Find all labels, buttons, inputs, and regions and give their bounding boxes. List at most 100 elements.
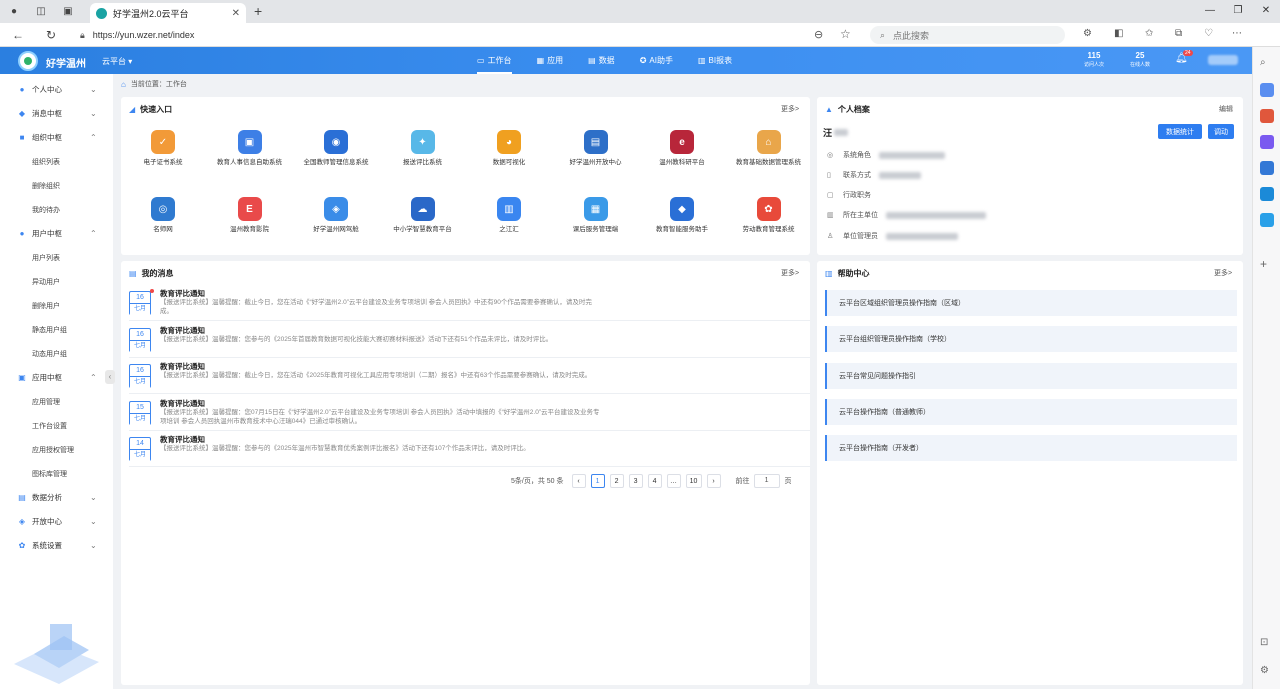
sidebar-item-personal[interactable]: ● 个人中心 ⌄	[0, 79, 113, 99]
close-window-icon[interactable]: ✕	[1252, 0, 1280, 20]
back-icon[interactable]: ←	[12, 28, 24, 42]
collections-icon[interactable]: ⧉	[1175, 28, 1182, 39]
page-ellipsis[interactable]: …	[666, 474, 681, 488]
quick-app-item[interactable]: ☁ 中小学智慧教育平台	[387, 197, 459, 234]
quick-app-item[interactable]: ◕ 数据可视化	[473, 130, 545, 167]
help-item[interactable]: 云平台常见问题操作指引	[825, 363, 1237, 389]
page-3[interactable]: 3	[628, 474, 643, 488]
browser-essentials-icon[interactable]: ♡	[1204, 28, 1213, 39]
sidebar-collapse-icon[interactable]: ‹	[105, 370, 115, 384]
sidebar-item-settings[interactable]: ✿ 系统设置 ⌄	[0, 535, 113, 555]
profile-edit-link[interactable]: 编辑	[1219, 104, 1233, 114]
browser-search-input[interactable]: ⌕ 点此搜索	[870, 26, 1065, 44]
help-item[interactable]: 云平台操作指南（普通教师）	[825, 399, 1237, 425]
tag-icon[interactable]	[1260, 83, 1274, 97]
sidebar-sub-deleted-org[interactable]: 删除组织	[32, 181, 60, 191]
add-sidebar-icon[interactable]: +	[1260, 257, 1274, 271]
message-item[interactable]: 14 七月 教育评比通知 【报送评比系统】温馨提醒：您参与的《2025年温州市智慧教育…	[129, 431, 810, 467]
sidebar-sub-user-list[interactable]: 用户列表	[32, 253, 60, 263]
sidebar-sub-dynamic-groups[interactable]: 动态用户组	[32, 349, 67, 359]
nav-ai[interactable]: ✪ AI助手	[640, 47, 673, 74]
messages-more-link[interactable]: 更多>	[781, 268, 799, 278]
sidebar-item-message[interactable]: ◆ 消息中枢 ⌄	[0, 103, 113, 123]
extension-icon[interactable]: ⚙	[1083, 28, 1092, 39]
sidebar-sub-app-auth[interactable]: 应用授权管理	[32, 445, 74, 455]
quick-app-item[interactable]: ▤ 好学温州开放中心	[560, 130, 632, 167]
nav-data[interactable]: ▤ 数据	[588, 47, 615, 74]
site-info-icon[interactable]: 🔒︎	[80, 30, 85, 41]
message-item[interactable]: 16 七月 教育评比通知 【报送评比系统】温馨提醒：截止今日，您在活动《“好学温州2.…	[129, 285, 810, 321]
tools-icon[interactable]	[1260, 109, 1274, 123]
favorite-star-icon[interactable]: ☆	[840, 27, 851, 41]
quick-app-item[interactable]: ✿ 劳动教育管理系统	[733, 197, 805, 234]
goto-page-input[interactable]: 1	[753, 474, 780, 488]
quick-app-item[interactable]: ▦ 课后服务管理端	[560, 197, 632, 234]
quick-app-item[interactable]: ◈ 好学温州网驾舱	[300, 197, 372, 234]
url-field[interactable]: 🔒︎ https://yun.wzer.net/index	[72, 26, 862, 44]
tab-actions-icon[interactable]: ▣	[60, 4, 76, 19]
help-more-link[interactable]: 更多>	[1214, 268, 1232, 278]
quick-app-item[interactable]: ◉ 全国教师管理信息系统	[300, 130, 372, 167]
message-item[interactable]: 15 七月 教育评比通知 【报送评比系统】温馨提醒：您07月15日在《“好学温州2.0…	[129, 395, 810, 431]
games-icon[interactable]	[1260, 135, 1274, 149]
minimize-icon[interactable]: —	[1196, 0, 1224, 20]
next-page-icon[interactable]: ›	[706, 474, 721, 488]
quick-app-item[interactable]: ◆ 教育智能服务助手	[646, 197, 718, 234]
browser-tab[interactable]: 好学温州2.0云平台 ✕	[90, 3, 246, 23]
sidebar-sub-org-list[interactable]: 组织列表	[32, 157, 60, 167]
profile-icon[interactable]: ●	[6, 4, 22, 19]
send-icon[interactable]	[1260, 213, 1274, 227]
nav-apps[interactable]: ▦ 应用	[537, 47, 564, 74]
refresh-icon[interactable]: ↻	[46, 28, 56, 42]
notification-bell-icon[interactable]: 🔔︎ 24	[1175, 50, 1193, 67]
quick-app-item[interactable]: ▣ 教育人事信息自助系统	[214, 130, 286, 167]
nav-workbench[interactable]: ▭ 工作台	[477, 47, 512, 74]
screenshot-icon[interactable]: ⊡	[1260, 637, 1274, 651]
sidebar-item-app-center[interactable]: ▣ 应用中枢 ⌃	[0, 367, 113, 387]
copilot-icon[interactable]	[1260, 161, 1274, 175]
help-item[interactable]: 云平台操作指南（开发者）	[825, 435, 1237, 461]
quick-app-item[interactable]: e 温州教科研平台	[646, 130, 718, 167]
sidebar-sub-changed-users[interactable]: 异动用户	[32, 277, 60, 287]
quick-more-link[interactable]: 更多>	[781, 104, 799, 114]
message-item[interactable]: 16 七月 教育评比通知 【报送评比系统】温馨提醒：截止今日，您在活动《2025年教育…	[129, 358, 810, 394]
page-1[interactable]: 1	[590, 474, 605, 488]
prev-page-icon[interactable]: ‹	[571, 474, 586, 488]
transfer-button[interactable]: 调动	[1208, 124, 1234, 139]
message-item[interactable]: 16 七月 教育评比通知 【报送评比系统】温馨提醒：您参与的《2025年首届教育数据可…	[129, 322, 810, 358]
quick-app-item[interactable]: ✓ 电子证书系统	[127, 130, 199, 167]
sidebar-item-users[interactable]: ● 用户中枢 ⌃	[0, 223, 113, 243]
sidebar-sub-deleted-users[interactable]: 删除用户	[32, 301, 60, 311]
sidebar-sub-app-manage[interactable]: 应用管理	[32, 397, 60, 407]
data-stats-button[interactable]: 数据统计	[1158, 124, 1202, 139]
close-tab-icon[interactable]: ✕	[232, 8, 240, 19]
sidebar-sub-icon-library[interactable]: 图标库管理	[32, 469, 67, 479]
quick-app-item[interactable]: ▥ 之江汇	[473, 197, 545, 234]
quick-app-item[interactable]: E 温州教育影院	[214, 197, 286, 234]
nav-bi[interactable]: ▥ BI报表	[698, 47, 732, 74]
quick-app-item[interactable]: ◎ 名师网	[127, 197, 199, 234]
outlook-icon[interactable]	[1260, 187, 1274, 201]
split-screen-icon[interactable]: ◧	[1114, 28, 1123, 39]
sidebar-item-open-center[interactable]: ◈ 开放中心 ⌄	[0, 511, 113, 531]
search-sidebar-icon[interactable]: ⌕	[1260, 57, 1274, 71]
zoom-icon[interactable]: ⊖	[814, 28, 823, 41]
favorites-icon[interactable]: ✩	[1145, 28, 1153, 39]
sidebar-item-analytics[interactable]: ▤ 数据分析 ⌄	[0, 487, 113, 507]
page-4[interactable]: 4	[647, 474, 662, 488]
page-2[interactable]: 2	[609, 474, 624, 488]
sidebar-sub-todo[interactable]: 我的待办	[32, 205, 60, 215]
quick-app-item[interactable]: ⌂ 教育基础数据管理系统	[733, 130, 805, 167]
help-item[interactable]: 云平台区域组织管理员操作指南（区域）	[825, 290, 1237, 316]
help-item[interactable]: 云平台组织管理员操作指南（学校）	[825, 326, 1237, 352]
page-10[interactable]: 10	[685, 474, 702, 488]
sidebar-sub-workbench-settings[interactable]: 工作台设置	[32, 421, 67, 431]
more-menu-icon[interactable]: ⋯	[1232, 28, 1242, 39]
sidebar-settings-icon[interactable]: ⚙	[1260, 665, 1274, 679]
restore-icon[interactable]: ❐	[1224, 0, 1252, 20]
quick-app-item[interactable]: ✦ 报送评比系统	[387, 130, 459, 167]
new-tab-icon[interactable]: +	[254, 3, 262, 19]
platform-switcher[interactable]: 云平台 ▾	[102, 56, 132, 67]
workspaces-icon[interactable]: ◫	[33, 4, 49, 19]
sidebar-item-org[interactable]: ■ 组织中枢 ⌃	[0, 127, 113, 147]
